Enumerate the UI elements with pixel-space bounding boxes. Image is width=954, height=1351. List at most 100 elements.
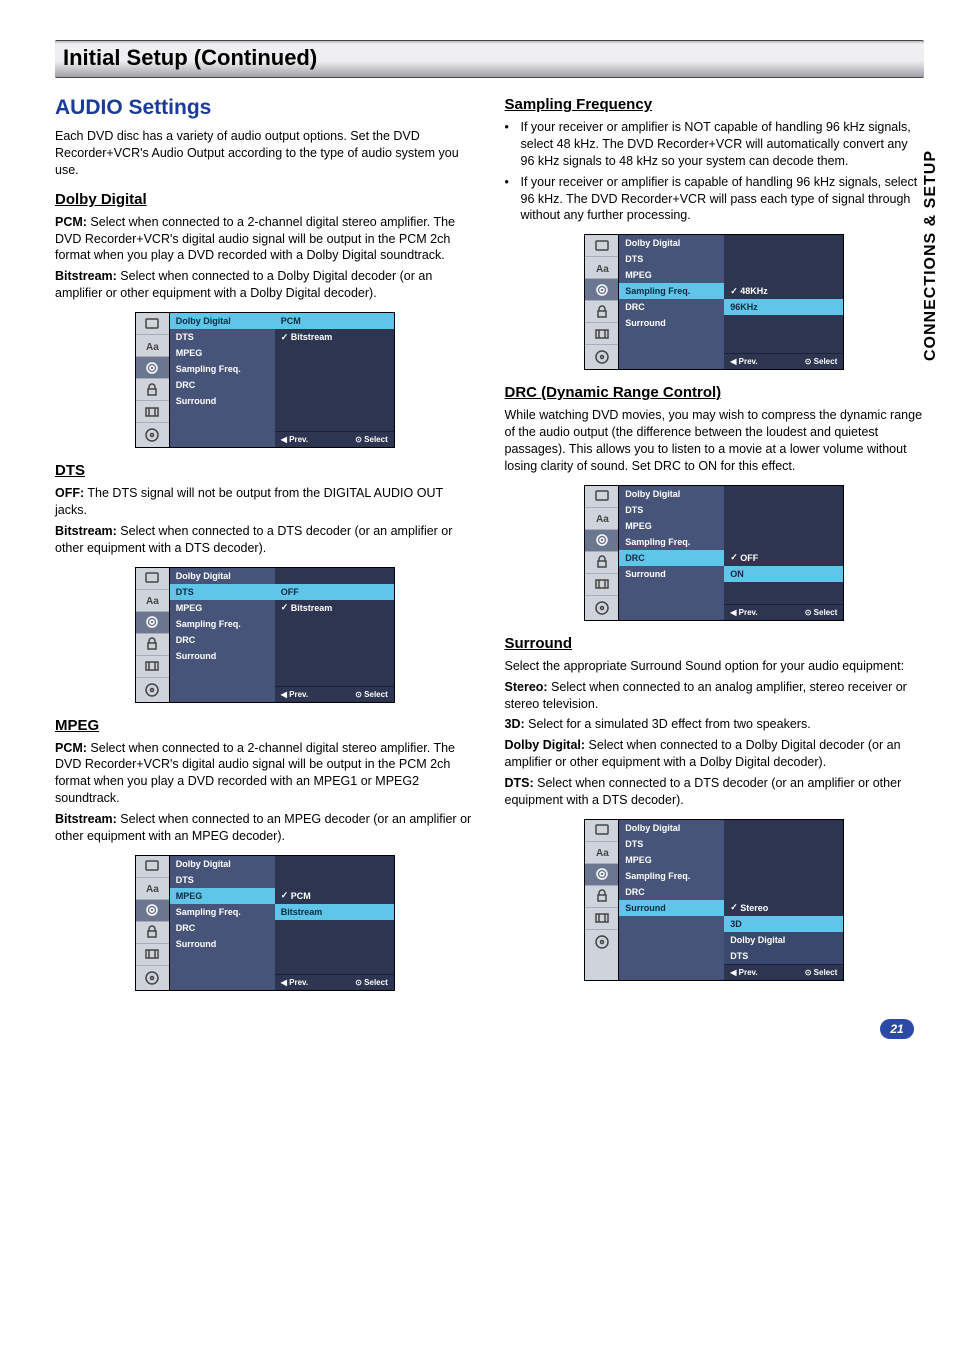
- language-icon: Aa: [585, 842, 618, 864]
- osd-select: ⊙ Select: [805, 357, 838, 366]
- osd-item-sampling: Sampling Freq.: [170, 361, 275, 377]
- dts-heading: DTS: [55, 462, 475, 479]
- osd-opt-dts: DTS: [724, 948, 843, 964]
- osd-footer: ◀ Prev.⊙ Select: [724, 604, 843, 620]
- osd-opt-off: OFF: [275, 584, 394, 600]
- dts-off-text: OFF: The DTS signal will not be output f…: [55, 485, 475, 519]
- osd-item-surround: Surround: [170, 393, 275, 409]
- language-icon: Aa: [585, 508, 618, 530]
- osd-item-mpeg: MPEG: [170, 888, 275, 904]
- general-icon: [585, 235, 618, 257]
- dolby-label: Dolby Digital:: [505, 738, 586, 752]
- audio-settings-heading: AUDIO Settings: [55, 96, 475, 120]
- osd-opt-dolby: Dolby Digital: [724, 932, 843, 948]
- osd-item-surround: Surround: [619, 566, 724, 582]
- drc-text: While watching DVD movies, you may wish …: [505, 407, 925, 475]
- 3d-label: 3D:: [505, 717, 525, 731]
- osd-sampling: Aa Dolby Digital DTS MPEG Sampling Freq.…: [584, 234, 844, 370]
- osd-prev: ◀ Prev.: [281, 690, 308, 699]
- osd-prev: ◀ Prev.: [281, 978, 308, 987]
- recording-icon: [136, 656, 169, 678]
- osd-icon-column: Aa: [136, 856, 170, 990]
- general-icon: [585, 486, 618, 508]
- osd-options: Stereo 3D Dolby Digital DTS ◀ Prev.⊙ Sel…: [724, 820, 843, 980]
- general-icon: [585, 820, 618, 842]
- general-icon: [136, 856, 169, 878]
- audio-intro: Each DVD disc has a variety of audio out…: [55, 128, 475, 179]
- osd-item-dolby: Dolby Digital: [619, 235, 724, 251]
- osd-item-dolby: Dolby Digital: [170, 568, 275, 584]
- osd-prev: ◀ Prev.: [730, 608, 757, 617]
- 3d-desc: Select for a simulated 3D effect from tw…: [525, 717, 811, 731]
- svg-text:Aa: Aa: [596, 848, 609, 859]
- dts-label: DTS:: [505, 776, 534, 790]
- osd-options: PCM Bitstream ◀ Prev.⊙ Select: [275, 313, 394, 447]
- lock-icon: [136, 634, 169, 656]
- off-label: OFF:: [55, 486, 84, 500]
- osd-opt-96khz: 96KHz: [724, 299, 843, 315]
- osd-select: ⊙ Select: [355, 435, 388, 444]
- surround-stereo: Stereo: Select when connected to an anal…: [505, 679, 925, 713]
- bitstream-label: Bitstream:: [55, 524, 117, 538]
- recording-icon: [136, 944, 169, 966]
- osd-item-dts: DTS: [170, 584, 275, 600]
- mpeg-bitstream-text: Bitstream: Select when connected to an M…: [55, 811, 475, 845]
- osd-item-dolby: Dolby Digital: [170, 313, 275, 329]
- mpeg-heading: MPEG: [55, 717, 475, 734]
- dolby-digital-heading: Dolby Digital: [55, 191, 475, 208]
- osd-opt-bitstream: Bitstream: [275, 904, 394, 920]
- osd-item-sampling: Sampling Freq.: [170, 904, 275, 920]
- osd-menu-list: Dolby Digital DTS MPEG Sampling Freq. DR…: [619, 486, 724, 620]
- lock-icon: [585, 301, 618, 323]
- osd-opt-on: ON: [724, 566, 843, 582]
- osd-opt-stereo: Stereo: [724, 900, 843, 916]
- disc-icon: [136, 966, 169, 990]
- osd-menu-list: Dolby Digital DTS MPEG Sampling Freq. DR…: [619, 820, 724, 980]
- surround-3d: 3D: Select for a simulated 3D effect fro…: [505, 716, 925, 733]
- osd-item-mpeg: MPEG: [170, 345, 275, 361]
- osd-menu-list: Dolby Digital DTS MPEG Sampling Freq. DR…: [170, 313, 275, 447]
- svg-text:Aa: Aa: [596, 514, 609, 525]
- audio-icon: [136, 900, 169, 922]
- audio-icon: [585, 530, 618, 552]
- osd-select: ⊙ Select: [355, 690, 388, 699]
- osd-item-dts: DTS: [170, 872, 275, 888]
- pcm-desc: Select when connected to a 2-channel dig…: [55, 741, 455, 806]
- lock-icon: [136, 922, 169, 944]
- svg-text:Aa: Aa: [146, 884, 159, 895]
- sampling-bullet-1: •If your receiver or amplifier is NOT ca…: [505, 119, 925, 170]
- osd-item-sampling: Sampling Freq.: [170, 616, 275, 632]
- stereo-desc: Select when connected to an analog ampli…: [505, 680, 907, 711]
- osd-options: OFF ON ◀ Prev.⊙ Select: [724, 486, 843, 620]
- bitstream-desc: Select when connected to an MPEG decoder…: [55, 812, 471, 843]
- drc-heading: DRC (Dynamic Range Control): [505, 384, 925, 401]
- language-icon: Aa: [136, 335, 169, 357]
- bullet-icon: •: [505, 174, 515, 225]
- bitstream-label: Bitstream:: [55, 269, 117, 283]
- dolby-pcm-text: PCM: Select when connected to a 2-channe…: [55, 214, 475, 265]
- pcm-label: PCM:: [55, 741, 87, 755]
- osd-prev: ◀ Prev.: [730, 968, 757, 977]
- audio-icon: [136, 357, 169, 379]
- osd-icon-column: Aa: [585, 486, 619, 620]
- osd-opt-pcm: PCM: [275, 888, 394, 904]
- osd-item-drc: DRC: [619, 884, 724, 900]
- osd-drc: Aa Dolby Digital DTS MPEG Sampling Freq.…: [584, 485, 844, 621]
- osd-mpeg: Aa Dolby Digital DTS MPEG Sampling Freq.…: [135, 855, 395, 991]
- osd-select: ⊙ Select: [355, 978, 388, 987]
- language-icon: Aa: [585, 257, 618, 279]
- osd-item-drc: DRC: [619, 550, 724, 566]
- osd-icon-column: Aa: [136, 568, 170, 702]
- osd-options: 48KHz 96KHz ◀ Prev.⊙ Select: [724, 235, 843, 369]
- osd-item-sampling: Sampling Freq.: [619, 283, 724, 299]
- osd-opt-3d: 3D: [724, 916, 843, 932]
- osd-item-dolby: Dolby Digital: [619, 486, 724, 502]
- osd-opt-bitstream: Bitstream: [275, 329, 394, 345]
- osd-item-dolby: Dolby Digital: [170, 856, 275, 872]
- pcm-label: PCM:: [55, 215, 87, 229]
- osd-menu-list: Dolby Digital DTS MPEG Sampling Freq. DR…: [619, 235, 724, 369]
- page-title: Initial Setup (Continued): [63, 45, 317, 70]
- general-icon: [136, 313, 169, 335]
- sampling-heading: Sampling Frequency: [505, 96, 925, 113]
- language-icon: Aa: [136, 590, 169, 612]
